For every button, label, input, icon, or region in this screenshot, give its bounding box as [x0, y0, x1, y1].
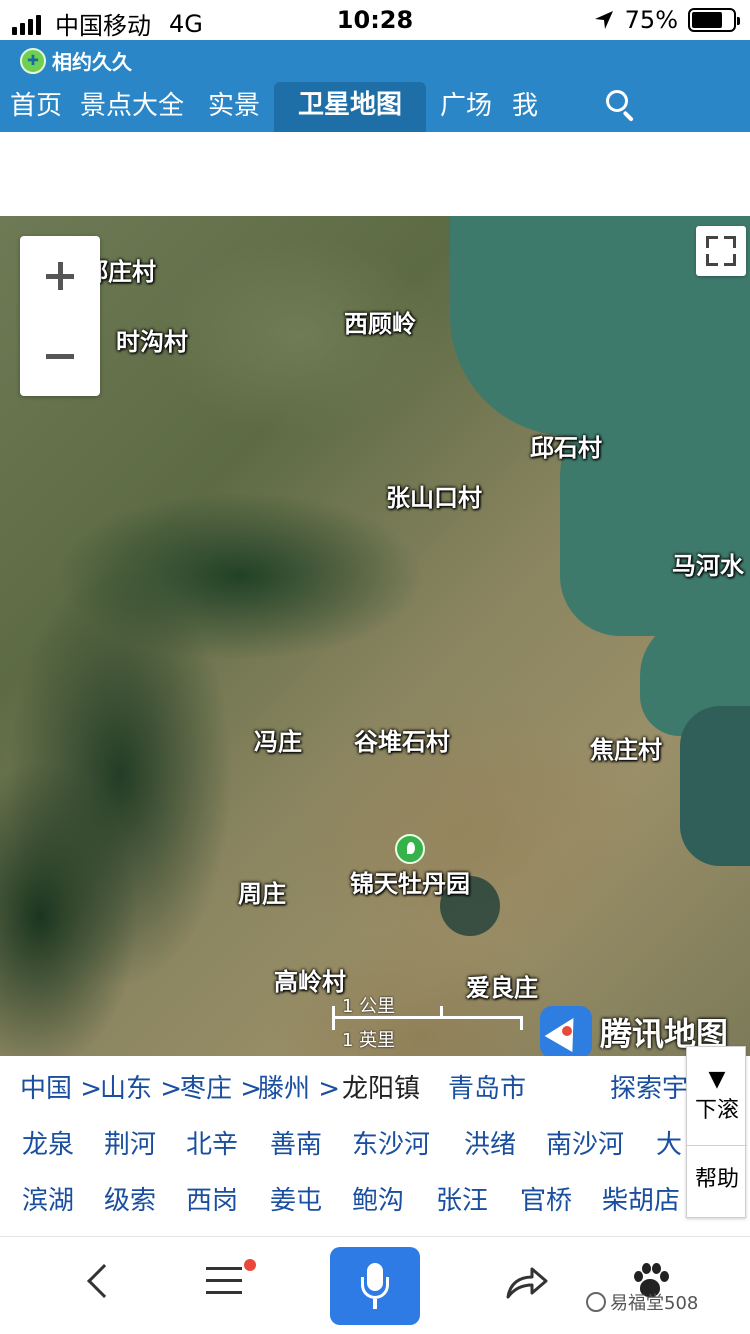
scroll-help-panel: ▼ 下滚 帮助 — [686, 1046, 747, 1218]
town-link[interactable]: 滨湖 — [22, 1180, 74, 1217]
watermark: 易福堂508 — [586, 1289, 698, 1315]
town-link[interactable]: 东沙河 — [352, 1124, 430, 1161]
town-link[interactable]: 洪绪 — [464, 1124, 516, 1161]
tencent-map-icon — [540, 1006, 592, 1056]
map-label: 冯庄 — [254, 728, 302, 756]
battery-icon — [688, 8, 740, 32]
map-label: 西顾岭 — [344, 310, 416, 338]
page: 中国移动 4G 10:28 75% ✚ 相约久久 首页 景点大全 实景 卫星地图… — [0, 0, 750, 1334]
town-link[interactable]: 善南 — [270, 1124, 322, 1161]
map-label[interactable]: 锦天牡丹园 — [350, 864, 470, 899]
zoom-out-button[interactable] — [20, 316, 100, 396]
map-label: 谷堆石村 — [354, 728, 450, 756]
battery-percent: 75% — [624, 6, 678, 34]
search-icon[interactable] — [604, 88, 638, 122]
map-label: 爱良庄 — [466, 974, 538, 1002]
nav-street-view[interactable]: 实景 — [208, 86, 260, 132]
zoom-in-button[interactable] — [20, 236, 100, 316]
help-button[interactable]: 帮助 — [687, 1161, 747, 1193]
town-link[interactable]: 龙泉 — [22, 1124, 74, 1161]
town-link[interactable]: 张汪 — [436, 1180, 488, 1217]
map-label: 高岭村 — [274, 968, 346, 996]
brand-logo[interactable]: ✚ 相约久久 — [20, 46, 132, 75]
map-label: 时沟村 — [116, 328, 188, 356]
location-arrow-icon — [594, 11, 613, 29]
brand-name: 相约久久 — [52, 50, 132, 74]
app-header: ✚ 相约久久 首页 景点大全 实景 卫星地图 广场 我 — [0, 40, 750, 132]
fullscreen-button[interactable] — [696, 226, 746, 276]
divider — [687, 1145, 747, 1146]
status-bar: 中国移动 4G 10:28 75% — [0, 0, 750, 40]
scroll-down-label: 下滚 — [694, 1098, 739, 1123]
town-link[interactable]: 北辛 — [186, 1124, 238, 1161]
map-label: 马河水 — [672, 552, 744, 580]
breadcrumb-zaozhuang[interactable]: 枣庄 > — [180, 1068, 262, 1105]
back-icon[interactable] — [87, 1264, 121, 1298]
town-link[interactable]: 荆河 — [104, 1124, 156, 1161]
map-label: 周庄 — [238, 880, 286, 908]
reservoir-water — [680, 706, 750, 866]
nav-satellite-map[interactable]: 卫星地图 — [274, 82, 427, 132]
breadcrumb-tengzhou[interactable]: 滕州 > — [258, 1068, 340, 1105]
park-pin-icon[interactable] — [395, 834, 425, 864]
wechat-icon — [586, 1292, 606, 1312]
main-nav: 首页 景点大全 实景 卫星地图 广场 我 — [0, 80, 750, 132]
town-link[interactable]: 西岗 — [186, 1180, 238, 1217]
town-link[interactable]: 鲍沟 — [352, 1180, 404, 1217]
browser-toolbar: 易福堂508 — [0, 1236, 750, 1334]
share-icon[interactable] — [504, 1265, 548, 1301]
scroll-down-button[interactable]: ▼ 下滚 — [687, 1067, 747, 1124]
nav-me[interactable]: 我 — [512, 86, 538, 132]
map-label: 邱石村 — [530, 434, 602, 462]
link-qingdao[interactable]: 青岛市 — [448, 1068, 526, 1105]
voice-icon[interactable] — [330, 1247, 420, 1325]
menu-icon[interactable] — [206, 1267, 242, 1297]
town-link[interactable]: 级索 — [104, 1180, 156, 1217]
nav-home[interactable]: 首页 — [10, 86, 62, 132]
link-explore[interactable]: 探索宇 — [610, 1068, 688, 1105]
zoom-control — [20, 236, 100, 396]
satellite-map[interactable]: 郝庄村 时沟村 西顾岭 邱石村 张山口村 马河水 冯庄 谷堆石村 焦庄村 锦天牡… — [0, 216, 750, 1056]
region-links: 中国 > 山东 > 枣庄 > 滕州 > 龙阳镇 青岛市 探索宇 龙泉 荆河 北辛… — [0, 1056, 750, 1234]
town-link[interactable]: 南沙河 — [546, 1124, 624, 1161]
notification-dot — [244, 1259, 256, 1271]
town-link[interactable]: 姜屯 — [270, 1180, 322, 1217]
town-link[interactable]: 官桥 — [520, 1180, 572, 1217]
breadcrumb-china[interactable]: 中国 > — [20, 1068, 102, 1105]
town-link[interactable]: 柴胡店 — [602, 1180, 680, 1217]
map-label: 张山口村 — [386, 484, 482, 512]
map-label: 焦庄村 — [590, 736, 662, 764]
triangle-down-icon: ▼ — [708, 1067, 726, 1092]
town-link[interactable]: 大 — [656, 1124, 682, 1161]
nav-attractions[interactable]: 景点大全 — [80, 86, 184, 132]
breadcrumb-current: 龙阳镇 — [342, 1074, 421, 1104]
breadcrumb-shandong[interactable]: 山东 > — [100, 1068, 182, 1105]
logo-icon: ✚ — [20, 47, 46, 74]
nav-square[interactable]: 广场 — [440, 86, 492, 132]
scale-imperial: 1 英里 — [342, 1030, 396, 1051]
